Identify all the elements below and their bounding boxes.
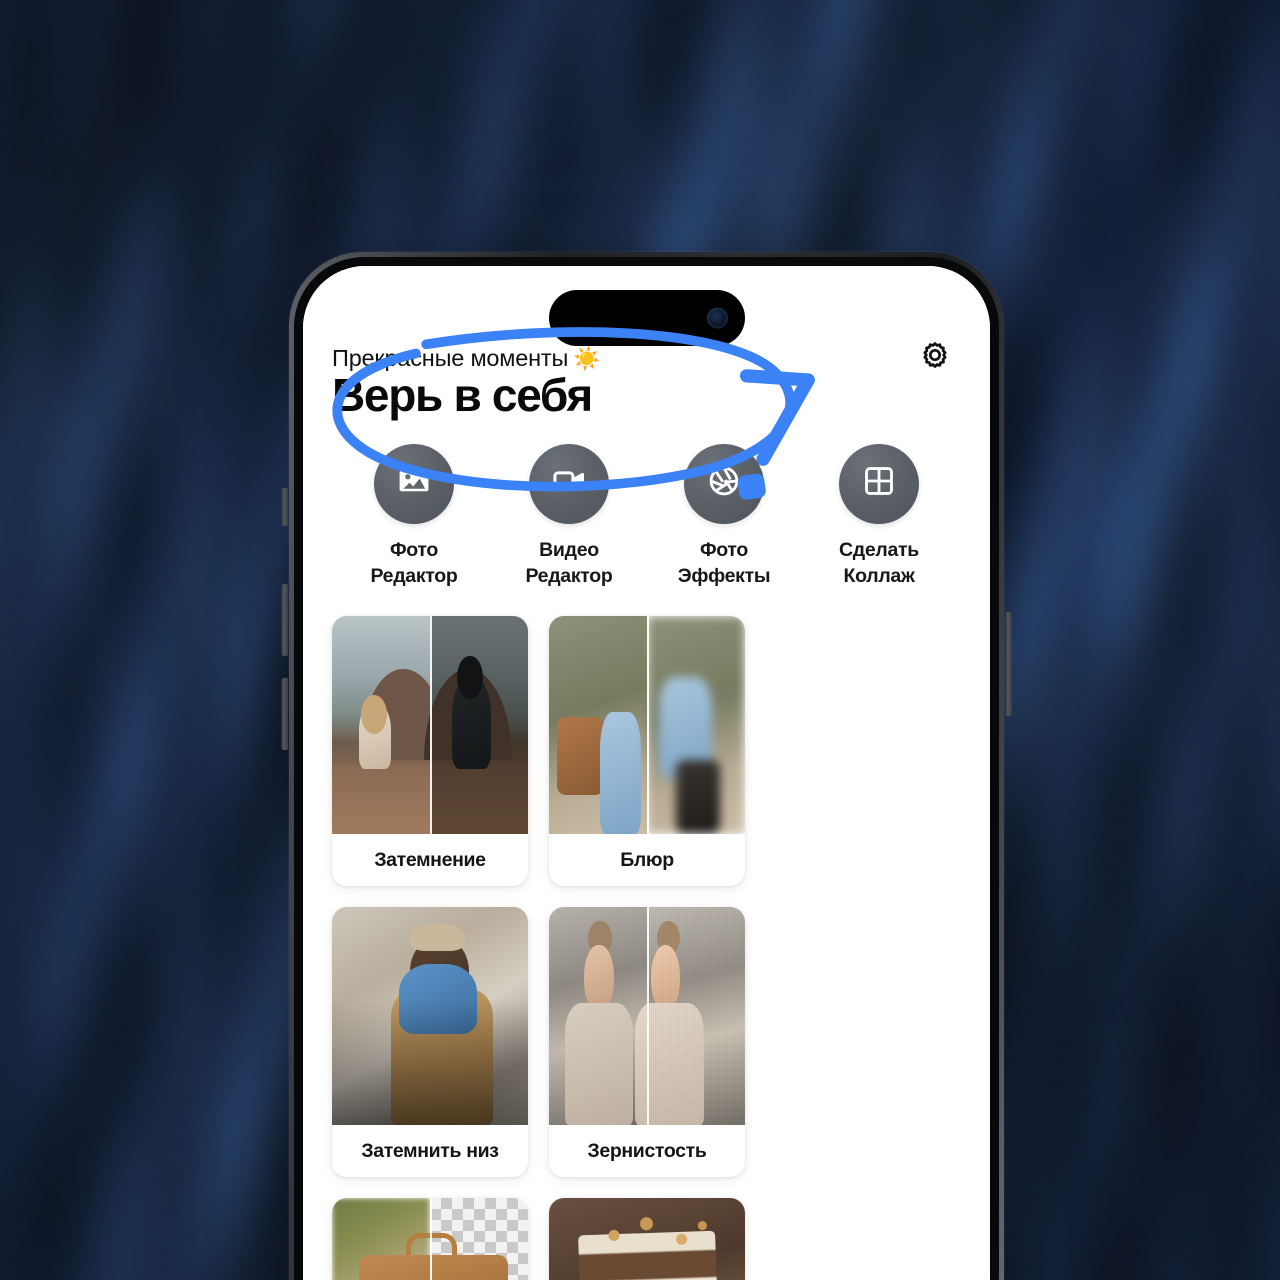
photo-woman-sweater-grainy: [635, 907, 745, 1126]
effect-card-remove-bg[interactable]: Удалить фон: [332, 1198, 528, 1280]
preview-before: [332, 616, 448, 835]
volume-up-button[interactable]: [281, 584, 288, 656]
effect-card-label: Затемнение: [374, 848, 486, 871]
photo-woman-blue-scarf: [332, 907, 528, 1126]
preview-after: [635, 907, 745, 1126]
photo-woman-street-blurred: [647, 616, 745, 835]
action-icon-circle: [374, 443, 454, 524]
card-preview: [332, 616, 528, 835]
effect-card-grain[interactable]: Зернистость: [549, 907, 745, 1178]
card-preview: RECIPE FOR THIS DELICIOUS: [549, 1198, 745, 1280]
aperture-icon: [706, 463, 742, 504]
action-icon-circle: [684, 443, 764, 524]
before-after-divider: [430, 1198, 432, 1280]
card-preview: [549, 616, 745, 835]
photo-woman-sweater: [549, 907, 647, 1126]
action-label: Сделать Коллаж: [803, 537, 955, 590]
action-label-line1: Сделать: [839, 538, 919, 561]
grid-icon: [862, 464, 896, 503]
action-label-line2: Редактор: [370, 565, 458, 588]
app-content: Прекрасные моменты ☀️ Верь в себя Фото Р…: [303, 266, 990, 1280]
action-label: Видео Редактор: [493, 537, 645, 590]
video-camera-icon: [551, 463, 587, 504]
action-label-line2: Эффекты: [677, 565, 771, 588]
scene: Прекрасные моменты ☀️ Верь в себя Фото Р…: [0, 0, 1280, 1280]
action-icon-circle: [839, 443, 919, 524]
phone-screen: Прекрасные моменты ☀️ Верь в себя Фото Р…: [303, 266, 990, 1280]
action-label-line1: Видео: [539, 538, 599, 561]
dynamic-island: [548, 290, 745, 346]
preview-before: [549, 907, 647, 1126]
action-label-line1: Фото: [389, 538, 439, 561]
effects-grid: Затемнение Блюр Затемнить низ Зернистост…: [332, 616, 961, 1280]
action-label-line2: Коллаж: [843, 565, 915, 588]
photo-couple-sitting-darkened: [424, 616, 528, 835]
action-label-line1: Фото: [699, 538, 749, 561]
sun-icon: ☀️: [573, 345, 601, 371]
action-label: Фото Редактор: [338, 537, 490, 590]
effect-card-darken[interactable]: Затемнение: [332, 616, 528, 887]
preview-after: [424, 616, 528, 835]
card-preview: [332, 907, 528, 1126]
front-camera: [706, 307, 728, 329]
page-title: Верь в себя: [332, 369, 593, 421]
action-label: Фото Эффекты: [648, 537, 800, 590]
preview-before: [549, 616, 647, 835]
phone-bezel: Прекрасные моменты ☀️ Верь в себя Фото Р…: [294, 257, 999, 1280]
action-video-editor[interactable]: Видео Редактор: [493, 443, 645, 590]
page-eyebrow-text: Прекрасные моменты: [332, 344, 569, 371]
image-icon: [396, 463, 432, 504]
effect-card-label: Блюр: [620, 848, 674, 871]
effect-card-label: Зернистость: [587, 1139, 707, 1162]
photo-couple-sitting: [332, 616, 448, 835]
gear-icon: [918, 339, 952, 378]
preview-after: [647, 616, 745, 835]
action-photo-editor[interactable]: Фото Редактор: [338, 443, 490, 590]
silent-switch[interactable]: [281, 488, 288, 526]
effect-card-label: Затемнить низ: [361, 1139, 499, 1162]
power-button[interactable]: [1005, 612, 1012, 716]
action-label-line2: Редактор: [525, 565, 613, 588]
action-photo-effects[interactable]: Фото Эффекты: [648, 443, 800, 590]
before-after-divider: [647, 907, 649, 1126]
card-preview: [549, 907, 745, 1126]
page-eyebrow: Прекрасные моменты ☀️: [332, 344, 601, 372]
photo-woman-street: [549, 616, 647, 835]
quick-actions-row: Фото Редактор Видео Редактор Фото Эффект…: [332, 443, 961, 590]
effect-card-blur[interactable]: Блюр: [549, 616, 745, 887]
photo-carrot-cake: [549, 1198, 745, 1280]
before-after-divider: [430, 616, 432, 835]
settings-button[interactable]: [913, 336, 957, 380]
action-icon-circle: [529, 443, 609, 524]
before-after-divider: [647, 616, 649, 835]
card-preview: [332, 1198, 528, 1280]
phone-device-frame: Прекрасные моменты ☀️ Верь в себя Фото Р…: [281, 252, 1012, 1280]
volume-down-button[interactable]: [281, 678, 288, 750]
effect-card-darken-bottom[interactable]: Затемнить низ: [332, 907, 528, 1178]
effect-card-text-on-photo[interactable]: RECIPE FOR THIS DELICIOUS Текст на фото: [549, 1198, 745, 1280]
action-make-collage[interactable]: Сделать Коллаж: [803, 443, 955, 590]
